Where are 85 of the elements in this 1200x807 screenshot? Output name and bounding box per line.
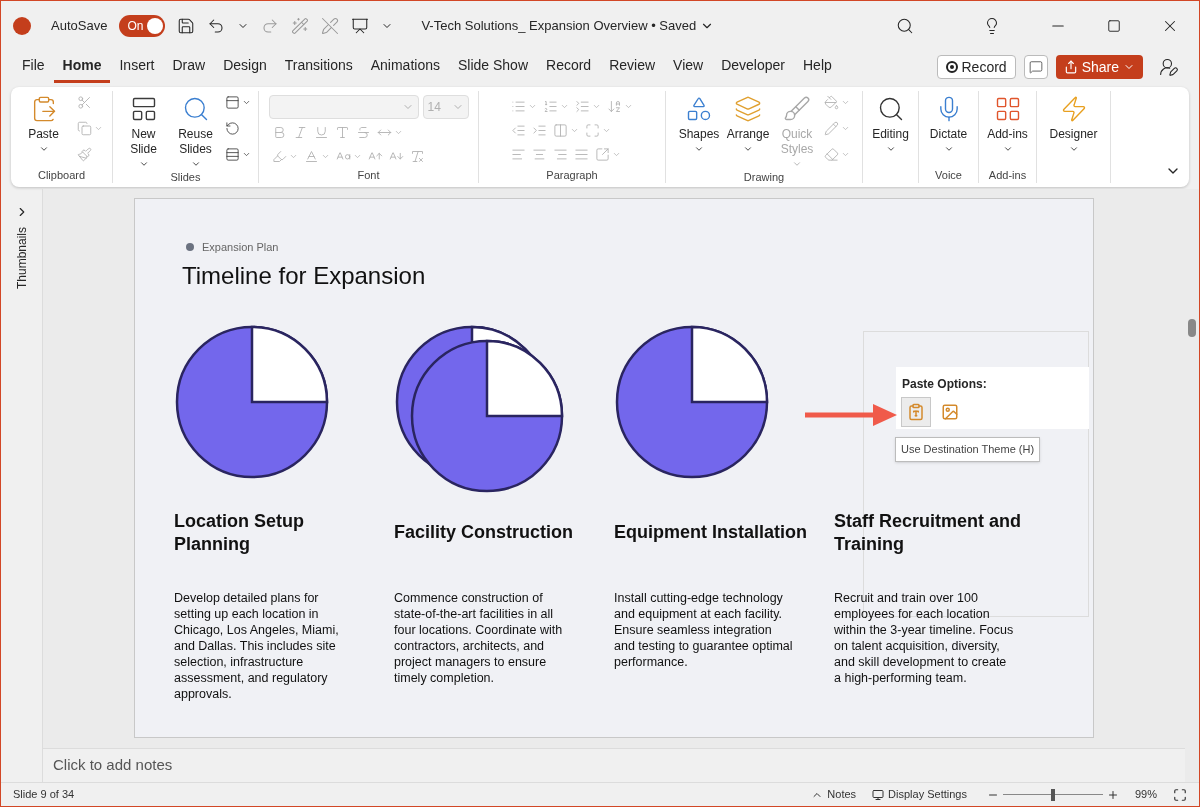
record-button[interactable]: Record [936,55,1016,79]
maximize-icon[interactable] [1107,19,1121,33]
document-title[interactable]: V-Tech Solutions_ Expansion Overview • Saved [421,16,715,36]
menu-tab[interactable]: Record [537,51,601,83]
monitor-icon [872,788,885,801]
wand-icon[interactable] [291,17,310,35]
caret-icon [792,159,802,169]
menu-tab[interactable]: Animations [361,51,449,83]
share-button[interactable]: Share [1055,55,1143,79]
notes-placeholder[interactable]: Click to add notes [53,754,173,777]
scrollbar[interactable] [1185,189,1199,782]
paste-options-title: Paste Options: [901,376,988,393]
tooltip: Use Destination Theme (H) [895,437,1041,462]
display-settings-button[interactable]: Display Settings [872,786,967,803]
menu-tab[interactable]: Home [53,51,111,83]
new-slide-button[interactable]: New Slide [117,91,170,169]
thumbnails-label[interactable]: Thumbnails [12,227,31,290]
menu-tab[interactable]: File [13,51,54,83]
powerpoint-logo-icon [13,17,31,35]
caret-icon [1002,144,1013,154]
column-body: Recruit and train over 100 employees for each location within the 3-year timeline. Focus on talent acquisition, diversity, and skill development to create a high-performing team. [834,589,1015,686]
menu-tab[interactable]: Help [794,51,841,83]
zoom-percentage[interactable]: 99% [1134,786,1157,803]
destination-theme-button[interactable] [901,397,931,427]
caret-icon [138,159,149,169]
slide-title: Timeline for Expansion [182,260,427,291]
column-heading: Staff Recruitment and Training [834,509,1023,556]
caret-icon [943,144,954,154]
zoom-in-icon[interactable] [1106,788,1119,801]
menu-tab[interactable]: View [664,51,713,83]
column-heading: Location Setup Planning [174,509,305,556]
save-icon[interactable] [177,17,196,35]
column-heading: Equipment Installation [614,521,807,544]
menu-tab[interactable]: Slide Show [448,51,537,83]
slide-counter: Slide 9 of 34 [13,787,75,803]
group-label: Add-ins [988,167,1027,183]
shapes-icon [685,95,713,123]
caret-icon [743,144,753,154]
group-label: Paragraph [546,167,598,183]
zoom-slider[interactable] [1002,787,1103,802]
column-body: Develop detailed plans for setting up each location in Chicago, Los Angeles, Miami, and Dallas. This includes site selection, infrastructure assessment, and regulatory approvals. [174,589,340,702]
caret-icon [694,144,704,154]
column-heading: Facility Construction [394,521,573,544]
menu-tab[interactable]: Review [600,51,665,83]
coauthor-icon[interactable] [1159,57,1179,77]
fit-slide-icon[interactable] [1173,787,1187,802]
undo-icon[interactable] [207,17,226,35]
shapes-button[interactable]: Shapes [675,91,723,169]
reuse-slides-button[interactable]: Reuse Slides [169,91,222,169]
group-label: Slides [170,169,201,185]
column-body: Commence construction of state-of-the-art facilities in all four locations. Coordinate with contractors, architects, and project managers to ensure timely completion. [394,589,564,686]
editing-button[interactable]: Editing [865,91,916,154]
caret-icon [190,159,201,169]
menu-tab[interactable]: Transitions [275,51,362,83]
menu-tab[interactable]: Insert [110,51,164,83]
share-icon [1063,60,1078,74]
arrange-button[interactable]: Arrange [723,91,773,169]
autosave-label: AutoSave [51,17,108,36]
slide-label: Expansion Plan [202,240,279,255]
brush-icon [783,95,811,123]
dictate-button[interactable]: Dictate [923,91,974,154]
add-ins-button[interactable]: Add-ins [982,91,1033,154]
menu-tab[interactable]: Draw [163,51,215,83]
group-label: Clipboard [37,167,86,183]
group-label: Voice [935,167,962,183]
autosave-toggle[interactable]: On [119,15,166,37]
redo-icon[interactable] [261,17,280,35]
paste-button[interactable]: Paste [17,91,70,165]
group-label: Drawing [743,169,785,185]
search-icon[interactable] [896,17,915,35]
notes-button[interactable]: Notes [811,786,857,803]
pen-icon[interactable] [321,17,340,35]
column-body: Install cutting-edge technology and equipment at each facility. Ensure seamless integration and testing to guarantee optimal performance. [614,589,794,670]
comments-icon[interactable] [1023,55,1048,79]
presentation-icon[interactable] [351,17,370,35]
image-icon [941,403,959,421]
group-label: Font [357,167,380,183]
menu-tab[interactable]: Developer [712,51,794,83]
caret-icon [885,144,896,154]
designer-button[interactable]: Designer [1042,91,1105,154]
clipboard-icon [907,403,925,421]
menu-tab[interactable]: Design [214,51,276,83]
layers-icon [734,95,762,123]
caret-icon [1068,144,1079,154]
caret-icon [38,144,49,154]
